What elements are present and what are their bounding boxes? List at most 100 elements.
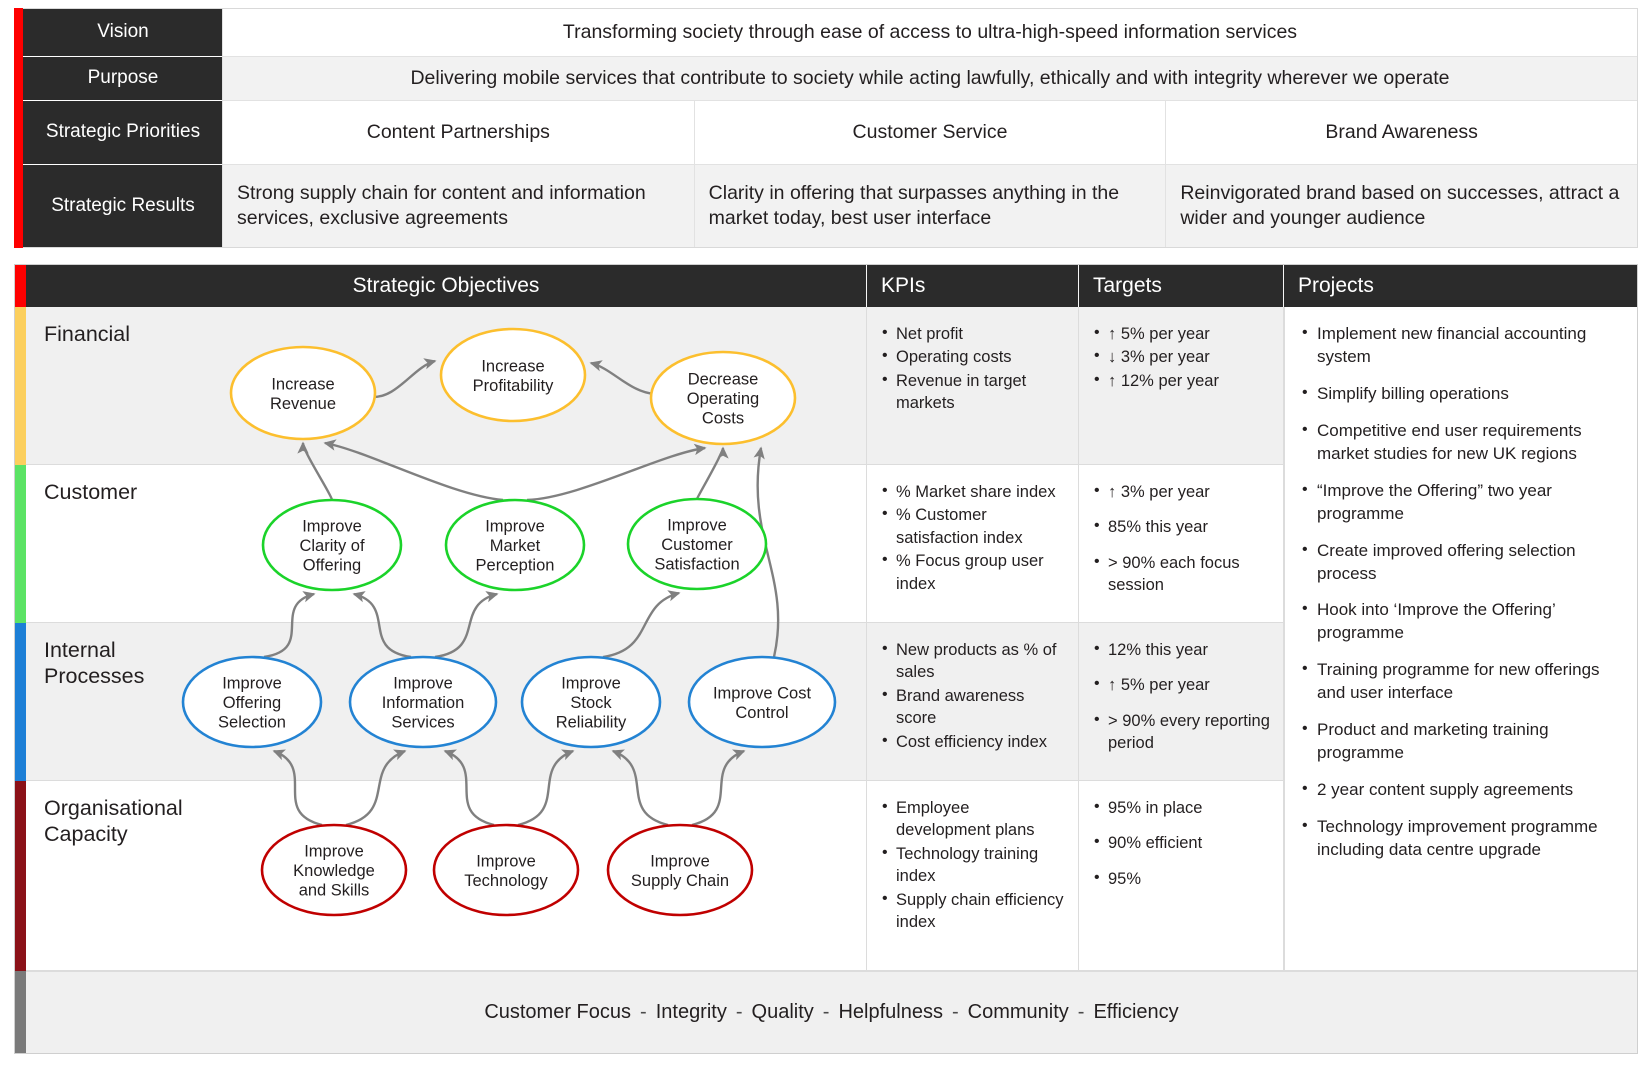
- accent-values: [15, 971, 26, 1053]
- value-separator: -: [1077, 1001, 1085, 1023]
- value-separator: -: [822, 1001, 830, 1023]
- value-item: Community: [967, 1001, 1069, 1023]
- row-label-strategic-results: Strategic Results: [15, 165, 222, 247]
- targets-cell-financial: ↑ 5% per year ↓ 3% per year ↑ 12% per ye…: [1079, 307, 1284, 465]
- perspective-accent-stack: [15, 265, 26, 1053]
- row-label-purpose: Purpose: [15, 57, 222, 101]
- target-list-financial: ↑ 5% per year ↓ 3% per year ↑ 12% per ye…: [1093, 322, 1273, 392]
- strategic-priority-3: Brand Awareness: [1165, 101, 1638, 165]
- value-item: Efficiency: [1093, 1001, 1179, 1023]
- column-header-strategic-objectives: Strategic Objectives: [26, 265, 867, 307]
- objectives-cell-financial: Financial: [26, 307, 867, 465]
- objectives-cell-customer: Customer: [26, 465, 867, 623]
- row-label-strategic-priorities: Strategic Priorities: [15, 101, 222, 165]
- top-table-red-accent-bar: [14, 8, 23, 248]
- list-item: “Improve the Offering” two year programm…: [1301, 479, 1625, 526]
- list-item: 90% efficient: [1093, 831, 1273, 854]
- vision-statement: Transforming society through ease of acc…: [222, 9, 1637, 57]
- accent-financial: [15, 307, 26, 465]
- list-item: > 90% each focus session: [1093, 551, 1273, 597]
- list-item: Brand awareness score: [881, 684, 1068, 730]
- row-label-vision: Vision: [15, 9, 222, 57]
- value-item: Quality: [751, 1001, 814, 1023]
- list-item: % Focus group user index: [881, 549, 1068, 595]
- value-separator: -: [640, 1001, 647, 1023]
- list-item: 95% in place: [1093, 796, 1273, 819]
- list-item: 85% this year: [1093, 515, 1273, 538]
- accent-header: [15, 265, 26, 307]
- strategic-result-3: Reinvigorated brand based on successes, …: [1165, 165, 1638, 247]
- column-header-targets: Targets: [1079, 265, 1284, 307]
- table-row-purpose: Purpose Delivering mobile services that …: [15, 57, 1637, 101]
- objectives-cell-organisational-capacity: Organisational Capacity: [26, 781, 867, 971]
- list-item: 95%: [1093, 867, 1273, 890]
- core-values-bar: Customer Focus - Integrity - Quality - H…: [26, 971, 1637, 1053]
- accent-internal-processes: [15, 623, 26, 781]
- strategy-map-panel: Strategic Objectives KPIs Targets Projec…: [14, 264, 1638, 1054]
- list-item: % Market share index: [881, 480, 1068, 503]
- perspective-label-organisational-capacity: Organisational Capacity: [44, 796, 183, 847]
- list-item: ↑ 5% per year: [1093, 673, 1273, 696]
- strategic-priority-2: Customer Service: [693, 101, 1166, 165]
- kpi-list-financial: Net profit Operating costs Revenue in ta…: [881, 322, 1068, 415]
- list-item: Technology improvement programme includi…: [1301, 815, 1625, 862]
- list-item: Hook into ‘Improve the Offering’ program…: [1301, 598, 1625, 645]
- list-item: Supply chain efficiency index: [881, 888, 1068, 934]
- list-item: Technology training index: [881, 842, 1068, 888]
- list-item: Product and marketing training programme: [1301, 718, 1625, 765]
- value-item: Customer Focus: [484, 1001, 632, 1023]
- list-item: 12% this year: [1093, 638, 1273, 661]
- strategic-result-2: Clarity in offering that surpasses anyth…: [693, 165, 1166, 247]
- list-item: Employee development plans: [881, 796, 1068, 842]
- accent-customer: [15, 465, 26, 623]
- list-item: Operating costs: [881, 345, 1068, 368]
- targets-cell-organisational-capacity: 95% in place 90% efficient 95%: [1079, 781, 1284, 971]
- list-item: Create improved offering selection proce…: [1301, 539, 1625, 586]
- projects-cell: Implement new financial accounting syste…: [1284, 307, 1637, 971]
- kpi-list-organisational-capacity: Employee development plans Technology tr…: [881, 796, 1068, 934]
- column-header-projects: Projects: [1298, 274, 1374, 297]
- list-item: New products as % of sales: [881, 638, 1068, 684]
- kpis-cell-customer: % Market share index % Customer satisfac…: [867, 465, 1079, 623]
- kpis-cell-organisational-capacity: Employee development plans Technology tr…: [867, 781, 1079, 971]
- projects-list: Implement new financial accounting syste…: [1301, 322, 1625, 862]
- value-separator: -: [951, 1001, 959, 1023]
- targets-cell-internal-processes: 12% this year ↑ 5% per year > 90% every …: [1079, 623, 1284, 781]
- perspective-label-internal-processes: Internal Processes: [44, 638, 145, 689]
- list-item: Training programme for new offerings and…: [1301, 658, 1625, 705]
- targets-cell-customer: ↑ 3% per year 85% this year > 90% each f…: [1079, 465, 1284, 623]
- kpi-list-customer: % Market share index % Customer satisfac…: [881, 480, 1068, 595]
- list-item: Revenue in target markets: [881, 369, 1068, 415]
- value-separator: -: [735, 1001, 743, 1023]
- objectives-cell-internal-processes: Internal Processes: [26, 623, 867, 781]
- table-row-vision: Vision Transforming society through ease…: [15, 9, 1637, 57]
- kpis-cell-financial: Net profit Operating costs Revenue in ta…: [867, 307, 1079, 465]
- strategy-map-page: Vision Transforming society through ease…: [0, 0, 1652, 1068]
- list-item: > 90% every reporting period: [1093, 709, 1273, 755]
- value-item: Helpfulness: [838, 1001, 943, 1023]
- list-item: Simplify billing operations: [1301, 382, 1625, 406]
- table-row-strategic-priorities: Strategic Priorities Content Partnership…: [15, 101, 1638, 165]
- list-item: ↑ 3% per year: [1093, 480, 1273, 503]
- list-item: ↑ 12% per year: [1093, 369, 1273, 392]
- list-item: ↓ 3% per year: [1093, 345, 1273, 368]
- vision-purpose-table: Vision Transforming society through ease…: [14, 8, 1638, 248]
- strategic-result-1: Strong supply chain for content and info…: [222, 165, 694, 247]
- table-row-strategic-results: Strategic Results Strong supply chain fo…: [15, 165, 1638, 247]
- list-item: Implement new financial accounting syste…: [1301, 322, 1625, 369]
- list-item: Cost efficiency index: [881, 730, 1068, 753]
- target-list-internal-processes: 12% this year ↑ 5% per year > 90% every …: [1093, 638, 1273, 755]
- column-header-kpis: KPIs: [867, 265, 1079, 307]
- perspective-label-financial: Financial: [44, 322, 131, 346]
- target-list-customer: ↑ 3% per year 85% this year > 90% each f…: [1093, 480, 1273, 597]
- list-item: ↑ 5% per year: [1093, 322, 1273, 345]
- purpose-statement: Delivering mobile services that contribu…: [222, 57, 1637, 101]
- strategic-priority-1: Content Partnerships: [222, 101, 694, 165]
- list-item: Competitive end user requirements market…: [1301, 419, 1625, 466]
- target-list-organisational-capacity: 95% in place 90% efficient 95%: [1093, 796, 1273, 890]
- map-grid: Strategic Objectives KPIs Targets Projec…: [26, 265, 1637, 1053]
- list-item: Net profit: [881, 322, 1068, 345]
- accent-organisational-capacity: [15, 781, 26, 971]
- list-item: 2 year content supply agreements: [1301, 778, 1625, 802]
- kpis-cell-internal-processes: New products as % of sales Brand awarene…: [867, 623, 1079, 781]
